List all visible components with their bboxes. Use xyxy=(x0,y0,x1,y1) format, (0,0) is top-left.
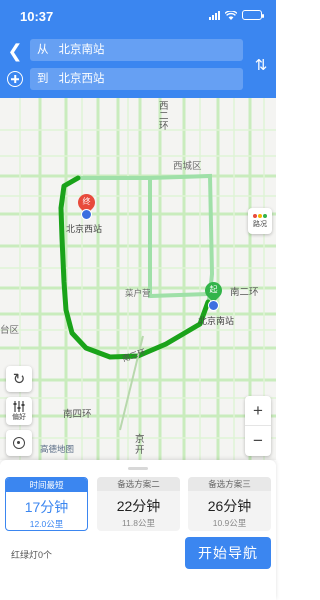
status-icons xyxy=(209,10,264,20)
label-west-station: 北京西站 xyxy=(66,224,103,234)
origin-value: 北京南站 xyxy=(58,44,105,56)
plan-time: 22分钟 xyxy=(116,498,161,514)
status-time: 10:37 xyxy=(20,9,54,24)
plan-distance: 11.8公里 xyxy=(122,518,155,528)
plan-tag: 备选方案三 xyxy=(188,477,271,491)
south-station-marker xyxy=(208,300,219,311)
label-nansihuan: 南四环 xyxy=(63,409,92,420)
wifi-icon xyxy=(225,10,237,20)
zoom-in-button[interactable]: + xyxy=(245,396,271,426)
plan-tag: 备选方案二 xyxy=(97,477,180,491)
start-pin-label: 起 xyxy=(209,285,218,294)
map-view[interactable]: 西二环 西城区 北京西站 菜户营 南二环 北京南站 台区 南四环 京开 南三环 … xyxy=(0,98,276,460)
preference-label: 偏好 xyxy=(12,413,26,421)
label-fengtai: 台区 xyxy=(0,325,20,336)
end-pin[interactable]: 终 xyxy=(74,190,99,220)
signal-icon xyxy=(209,10,220,20)
swap-icon[interactable]: ⇅ xyxy=(254,57,268,75)
start-pin[interactable]: 起 xyxy=(201,278,226,311)
plan-card-1[interactable]: 时间最短 17分钟 12.0公里 xyxy=(5,477,88,531)
label-jingkai: 京开 xyxy=(135,434,145,456)
refresh-icon: ↻ xyxy=(12,371,26,388)
traffic-light-icon xyxy=(253,213,267,218)
start-navigation-button[interactable]: 开始导航 xyxy=(185,537,271,569)
traffic-toggle-button[interactable]: 路况 xyxy=(248,208,272,234)
zoom-out-button[interactable]: − xyxy=(245,426,271,456)
plan-distance: 10.9公里 xyxy=(212,518,247,528)
destination-prefix: 到 xyxy=(37,73,49,85)
plan-time: 26分钟 xyxy=(207,498,252,514)
label-caihukou: 菜户营 xyxy=(125,288,151,298)
origin-field[interactable]: 从北京南站 xyxy=(30,39,243,61)
add-waypoint-icon[interactable] xyxy=(7,71,23,87)
locate-icon xyxy=(13,437,25,449)
label-nanerhuan: 南二环 xyxy=(230,287,259,298)
plan-card-2[interactable]: 备选方案二 22分钟 11.8公里 xyxy=(97,477,180,531)
route-plan-sheet: 时间最短 17分钟 12.0公里 备选方案二 22分钟 11.8公里 备选方案三… xyxy=(0,460,276,600)
route-header: 10:37 ❮ ⇅ 从北京南站 到北京西站 xyxy=(0,0,276,98)
refresh-button[interactable]: ↻ xyxy=(6,366,32,392)
label-xierhuan: 西二环 xyxy=(159,101,169,132)
zoom-controls: + − xyxy=(245,396,271,456)
label-xicheng: 西城区 xyxy=(173,161,202,172)
preference-button[interactable]: 偏好 xyxy=(6,397,32,425)
label-south-station: 北京南站 xyxy=(198,316,235,326)
plan-time: 17分钟 xyxy=(24,499,69,515)
destination-field[interactable]: 到北京西站 xyxy=(30,68,243,90)
status-bar: 10:37 xyxy=(0,0,276,32)
traffic-label: 路况 xyxy=(253,220,267,228)
drag-handle[interactable] xyxy=(128,467,148,470)
plan-distance: 12.0公里 xyxy=(29,519,64,529)
sliders-icon xyxy=(13,400,25,412)
plan-tag: 时间最短 xyxy=(6,478,87,492)
plan-card-3[interactable]: 备选方案三 26分钟 10.9公里 xyxy=(188,477,271,531)
destination-value: 北京西站 xyxy=(58,73,105,85)
battery-icon xyxy=(242,10,264,20)
back-icon[interactable]: ❮ xyxy=(7,41,23,61)
traffic-lights-count: 红绿灯0个 xyxy=(11,550,53,560)
amap-logo: 高德地图 xyxy=(40,444,75,454)
west-station-marker xyxy=(81,209,92,220)
origin-prefix: 从 xyxy=(37,44,49,56)
map-canvas xyxy=(0,98,276,460)
locate-button[interactable] xyxy=(6,430,32,456)
end-pin-label: 终 xyxy=(82,197,91,206)
